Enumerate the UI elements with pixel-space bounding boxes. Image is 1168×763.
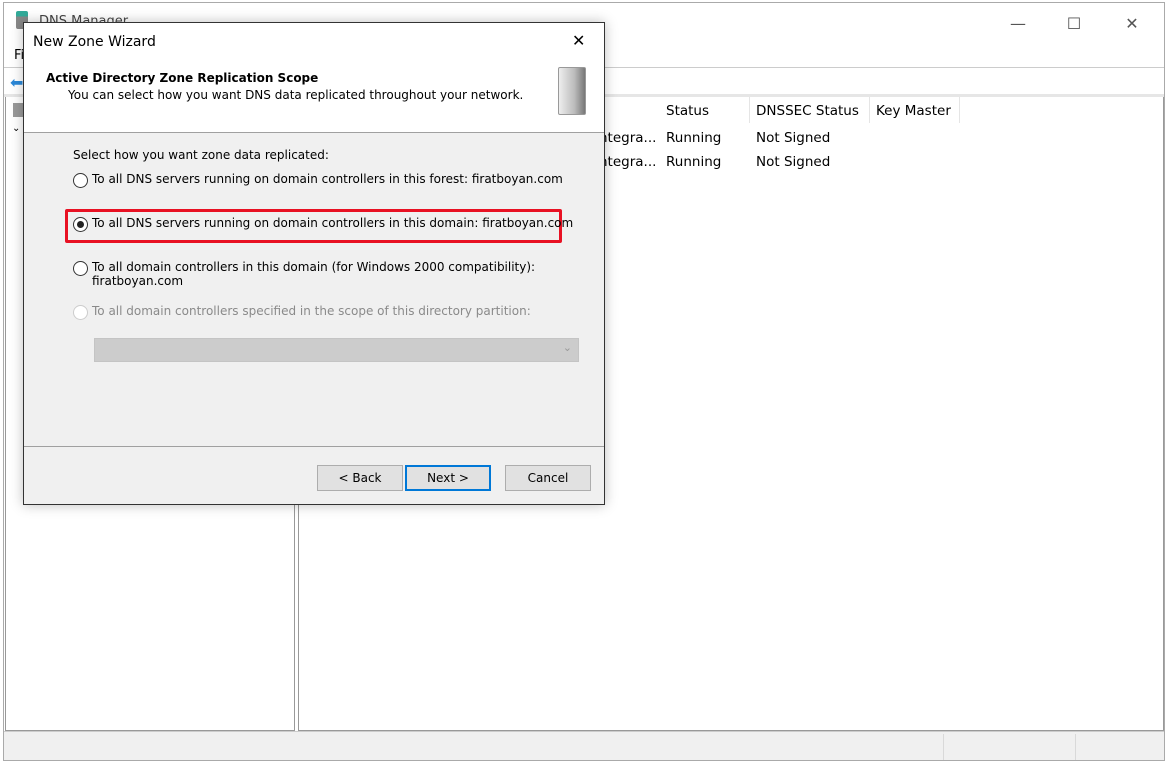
server-tower-icon <box>558 67 586 115</box>
status-divider <box>943 734 944 760</box>
back-button[interactable]: < Back <box>317 465 403 491</box>
option-win2000-label: To all domain controllers in this domain… <box>92 260 536 274</box>
dialog-title: New Zone Wizard <box>33 34 156 50</box>
option-win2000[interactable]: To all domain controllers in this domain… <box>73 260 535 288</box>
column-dnssec-status[interactable]: DNSSEC Status <box>750 97 870 123</box>
row-1-type[interactable]: ntegra... <box>599 126 656 150</box>
column-key-master[interactable]: Key Master <box>870 97 960 123</box>
dialog-titlebar: New Zone Wizard ✕ <box>24 23 604 61</box>
cancel-button[interactable]: Cancel <box>505 465 591 491</box>
close-button[interactable]: ✕ <box>1112 13 1152 37</box>
status-divider <box>1075 734 1076 760</box>
option-domain-label: To all DNS servers running on domain con… <box>92 216 574 230</box>
row-2-status[interactable]: Running <box>666 150 721 174</box>
new-zone-wizard-dialog: New Zone Wizard ✕ Active Directory Zone … <box>23 22 605 505</box>
status-bar <box>4 731 1164 760</box>
maximize-button[interactable]: ☐ <box>1054 13 1094 37</box>
radio-domain[interactable] <box>73 217 88 232</box>
radio-win2000[interactable] <box>73 261 88 276</box>
column-status[interactable]: Status <box>660 97 750 123</box>
option-partition: To all domain controllers specified in t… <box>73 304 531 320</box>
footer-divider <box>24 446 604 447</box>
minimize-button[interactable]: — <box>998 13 1038 37</box>
row-1-status[interactable]: Running <box>666 126 721 150</box>
option-domain[interactable]: To all DNS servers running on domain con… <box>73 216 573 232</box>
row-2-type[interactable]: ntegra... <box>599 150 656 174</box>
server-icon <box>13 103 23 117</box>
radio-forest[interactable] <box>73 173 88 188</box>
row-2-dnssec[interactable]: Not Signed <box>756 150 830 174</box>
dialog-header: Active Directory Zone Replication Scope … <box>24 61 604 133</box>
replication-prompt: Select how you want zone data replicated… <box>73 148 329 162</box>
partition-select: ⌄ <box>94 338 579 362</box>
chevron-down-icon: ⌄ <box>562 341 572 354</box>
dialog-close-button[interactable]: ✕ <box>572 31 585 50</box>
option-forest-label: To all DNS servers running on domain con… <box>92 172 563 186</box>
page-heading: Active Directory Zone Replication Scope <box>46 71 319 85</box>
next-button[interactable]: Next > <box>405 465 491 491</box>
radio-partition <box>73 305 88 320</box>
option-partition-label: To all domain controllers specified in t… <box>92 304 531 318</box>
back-arrow-icon[interactable]: ⬅ <box>10 73 23 92</box>
page-subheading: You can select how you want DNS data rep… <box>68 88 524 102</box>
row-1-dnssec[interactable]: Not Signed <box>756 126 830 150</box>
option-forest[interactable]: To all DNS servers running on domain con… <box>73 172 563 188</box>
option-win2000-domain: firatboyan.com <box>92 274 184 288</box>
expand-chevron-icon[interactable]: ⌄ <box>12 123 20 134</box>
